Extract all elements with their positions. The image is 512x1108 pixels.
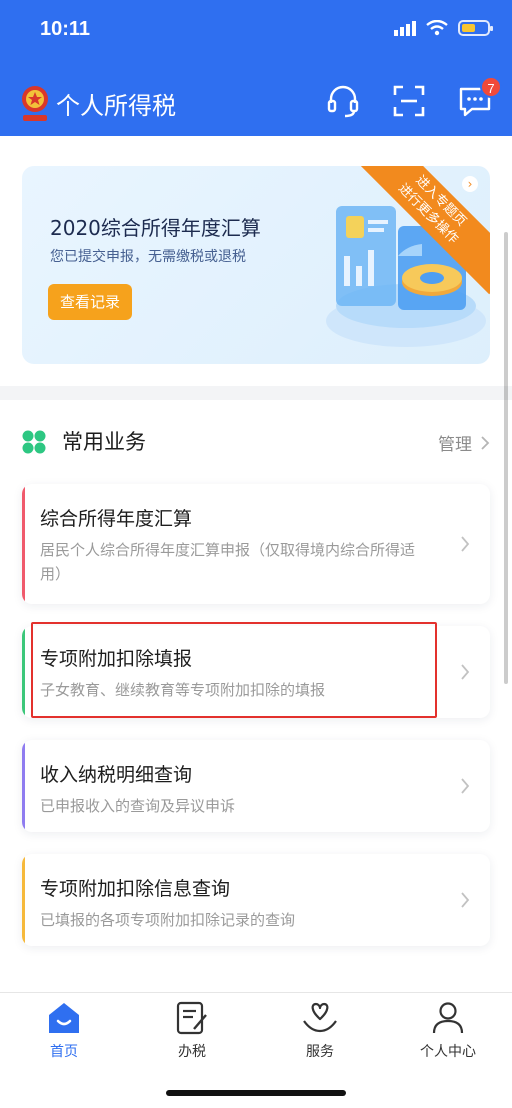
highlight-box [31,622,437,718]
tab-service[interactable]: 服务 [256,1001,384,1061]
card-annual-settlement[interactable]: 综合所得年度汇算 居民个人综合所得年度汇算申报（仅取得境内综合所得适用） [22,484,490,604]
chevron-right-icon [461,536,470,552]
main-content: 2020综合所得年度汇算 您已提交申报，无需缴税或退税 查看记录 进入专题页 进… [0,136,512,992]
card-accent [22,854,25,946]
scan-icon [393,85,425,117]
headset-icon [327,85,359,118]
top-bar: 10:11 个人所得税 7 [0,0,512,136]
chevron-right-icon [481,435,490,450]
home-icon [49,1003,79,1033]
tab-profile[interactable]: 个人中心 [384,1001,512,1061]
tab-label: 首页 [50,1044,78,1060]
signal-icon [394,21,416,36]
card-title: 综合所得年度汇算 [40,508,193,530]
chevron-right-icon [461,778,470,794]
card-title: 收入纳税明细查询 [40,764,193,786]
banner-subtitle: 您已提交申报，无需缴税或退税 [50,249,246,265]
tab-label: 服务 [306,1044,334,1060]
section-divider [0,386,512,400]
annual-settlement-banner[interactable]: 2020综合所得年度汇算 您已提交申报，无需缴税或退税 查看记录 进入专题页 进… [22,166,490,364]
chevron-right-icon [461,664,470,680]
status-icons [394,20,493,36]
battery-icon [458,20,493,36]
card-desc: 已申报收入的查询及异议申诉 [40,797,236,815]
wifi-icon [426,20,448,36]
bottom-tab-bar: 首页 办税 服务 个人中心 [0,992,512,1108]
messages-button[interactable]: 7 [456,76,502,120]
manage-label: 管理 [438,435,472,455]
scrollbar[interactable] [504,232,508,684]
card-desc: 已填报的各项专项附加扣除记录的查询 [40,911,296,929]
national-emblem-icon [22,86,48,121]
status-time: 10:11 [40,18,91,40]
card-title: 专项附加扣除信息查询 [40,878,231,900]
card-special-deduction-query[interactable]: 专项附加扣除信息查询 已填报的各项专项附加扣除记录的查询 [22,854,490,946]
battery-level [462,24,475,32]
card-accent [22,484,25,604]
heart-hand-icon [303,1002,337,1033]
scan-button[interactable] [390,82,428,120]
customer-service-button[interactable] [324,82,362,120]
app-title: 个人所得税 [56,92,176,120]
card-accent [22,626,25,718]
tab-home[interactable]: 首页 [0,1001,128,1061]
tax-form-icon [176,1001,207,1035]
four-leaf-icon [22,430,46,454]
chevron-right-icon: › [462,176,478,192]
chevron-right-icon [461,892,470,908]
message-badge: 7 [480,76,502,98]
top-actions: 7 [324,76,502,120]
common-services-header: 常用业务 管理 [22,422,490,458]
view-records-button[interactable]: 查看记录 [48,284,133,320]
tab-label: 个人中心 [420,1044,476,1060]
card-accent [22,740,25,832]
section-title: 常用业务 [62,430,146,454]
card-desc: 居民个人综合所得年度汇算申报（仅取得境内综合所得适用） [40,541,416,583]
person-icon [432,1002,464,1034]
banner-title: 2020综合所得年度汇算 [50,216,261,240]
home-indicator [166,1090,346,1096]
manage-button[interactable]: 管理 [438,430,490,455]
tab-label: 办税 [178,1044,206,1060]
card-income-tax-query[interactable]: 收入纳税明细查询 已申报收入的查询及异议申诉 [22,740,490,832]
tab-tax[interactable]: 办税 [128,1001,256,1061]
